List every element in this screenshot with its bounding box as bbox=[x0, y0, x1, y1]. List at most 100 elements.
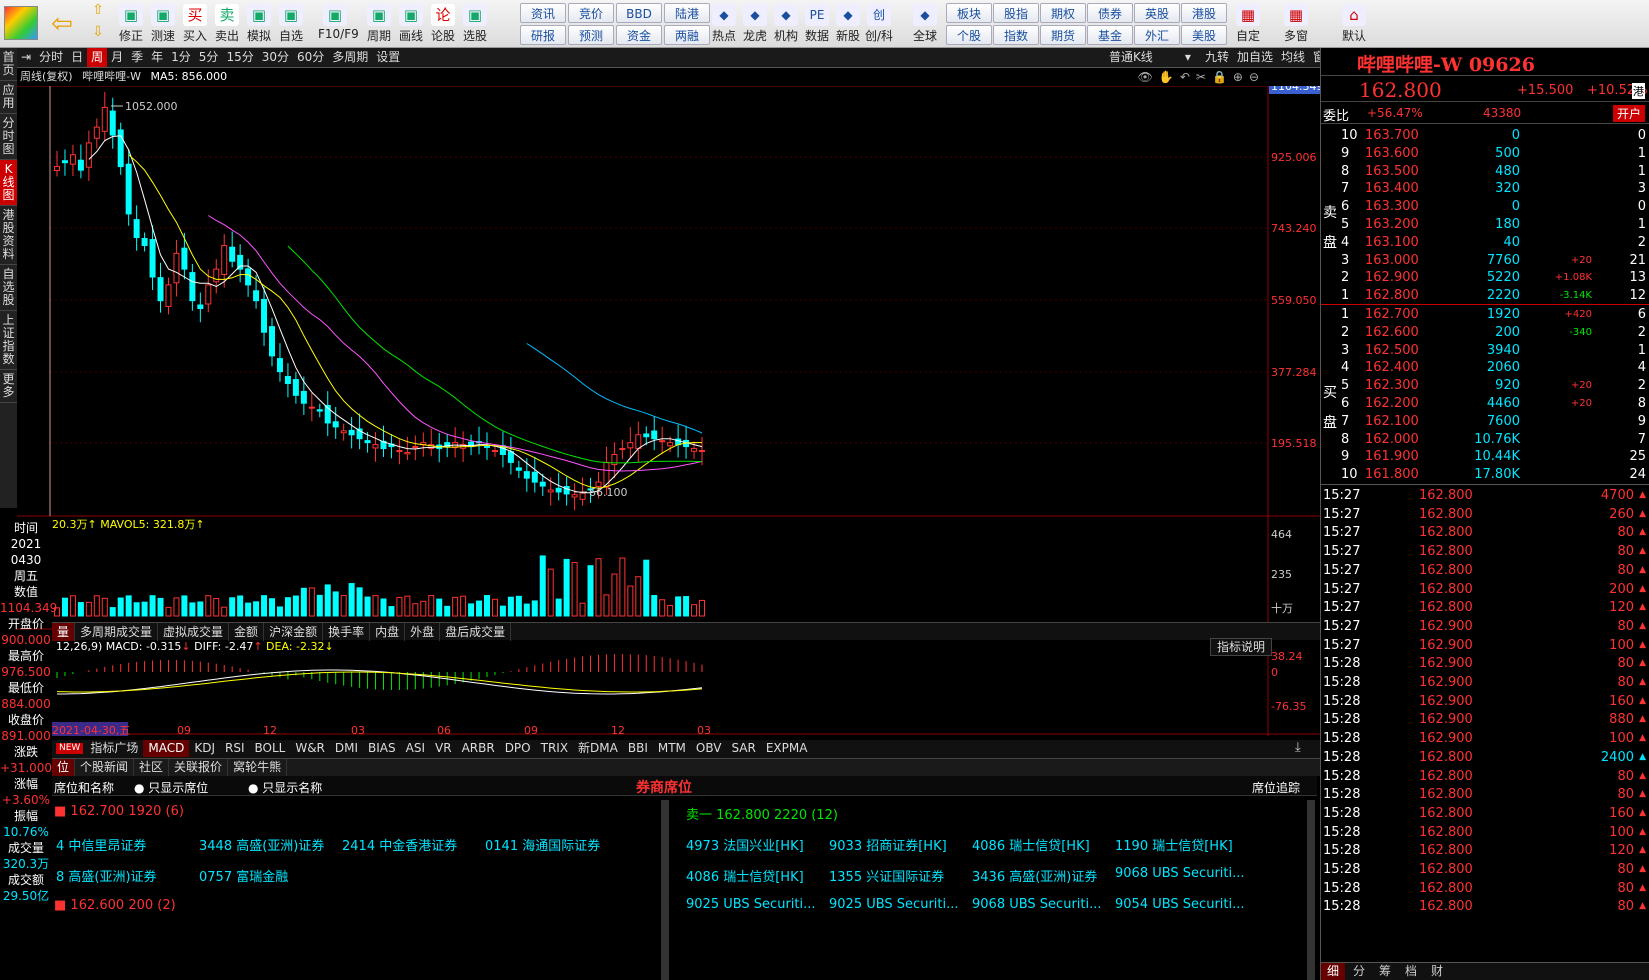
market-b4-button[interactable]: 外汇 bbox=[1134, 25, 1180, 45]
nav-item-0[interactable]: 首页 bbox=[0, 48, 17, 81]
orderbook-row[interactable]: 2 162.900 5220 +1.08K 13 bbox=[1321, 269, 1649, 287]
period-tab-5[interactable]: 年 bbox=[147, 48, 167, 67]
orderbook-row[interactable]: 7 162.100 7600 9 bbox=[1321, 413, 1649, 431]
pe-button[interactable]: PE 数据 bbox=[801, 2, 833, 46]
hammer-button[interactable]: ▣ 模拟 bbox=[242, 2, 276, 46]
bank-button[interactable]: ◆ 机构 bbox=[770, 2, 802, 46]
period-tab-3[interactable]: 月 bbox=[107, 48, 127, 67]
broker-seat[interactable]: 3436 高盛(亚洲)证券 bbox=[972, 866, 1097, 885]
orderbook-row[interactable]: 9 161.900 10.44K 25 bbox=[1321, 448, 1649, 466]
period-tab-2[interactable]: 周 bbox=[87, 48, 108, 67]
broker-seat[interactable]: 9068 UBS Securiti... bbox=[1115, 866, 1245, 881]
orderbook-row[interactable]: 10 161.800 17.80K 24 bbox=[1321, 466, 1649, 484]
period-tab-12[interactable]: 设置 bbox=[372, 48, 404, 67]
broker-seat[interactable]: 4 中信里昂证券 bbox=[56, 835, 146, 854]
period-tab-9[interactable]: 30分 bbox=[258, 48, 293, 67]
tool-b2-button[interactable]: 资金 bbox=[616, 25, 662, 45]
period-tab-1[interactable]: 日 bbox=[67, 48, 87, 67]
indicator-tab-10[interactable]: ARBR bbox=[457, 740, 500, 757]
download-icon[interactable]: ⤓ bbox=[1295, 740, 1301, 755]
custom-button[interactable]: ▦ 自定 bbox=[1228, 2, 1268, 46]
tool-2-button[interactable]: BBD bbox=[616, 3, 662, 23]
orderbook-row[interactable]: 5 162.300 920 +20 2 bbox=[1321, 377, 1649, 395]
indicator-tab-17[interactable]: SAR bbox=[726, 740, 760, 757]
indicator-tab-2[interactable]: KDJ bbox=[189, 740, 220, 757]
broker-seat[interactable]: 9054 UBS Securiti... bbox=[1115, 897, 1245, 912]
globe-button[interactable]: ◆ 全球 bbox=[909, 2, 941, 46]
opt-seat-name[interactable]: 席位和名称 bbox=[54, 779, 114, 796]
indicator-tab-13[interactable]: 新DMA bbox=[573, 740, 623, 757]
market-4-button[interactable]: 英股 bbox=[1134, 3, 1180, 23]
discuss-button[interactable]: 论论股 bbox=[426, 2, 460, 46]
indicator-tab-8[interactable]: ASI bbox=[401, 740, 430, 757]
orderbook-row[interactable]: 4 163.100 40 2 bbox=[1321, 234, 1649, 252]
tool-b1-button[interactable]: 预测 bbox=[568, 25, 614, 45]
chart-tool-1[interactable]: 九转 bbox=[1201, 48, 1233, 67]
market-5-button[interactable]: 港股 bbox=[1181, 3, 1227, 23]
orderbook-row[interactable]: 8 162.000 10.76K 7 bbox=[1321, 431, 1649, 449]
orderbook-row[interactable]: 6 163.300 0 0 bbox=[1321, 198, 1649, 216]
broker-seat[interactable]: 1190 瑞士信贷[HK] bbox=[1115, 835, 1233, 854]
hot-button[interactable]: ◆ 热点 bbox=[708, 2, 740, 46]
right-scrollbar[interactable] bbox=[1307, 800, 1315, 980]
nav-item-1[interactable]: 应用 bbox=[0, 81, 17, 114]
quote-tab-2[interactable]: 筹 bbox=[1373, 963, 1397, 980]
vol-tab-2[interactable]: 金额 bbox=[229, 623, 265, 641]
quote-tab-3[interactable]: 档 bbox=[1399, 963, 1423, 980]
market-b5-button[interactable]: 美股 bbox=[1181, 25, 1227, 45]
indicator-tab-6[interactable]: DMI bbox=[330, 740, 363, 757]
vol-tab-7[interactable]: 盘后成交量 bbox=[440, 623, 512, 641]
orderbook-row[interactable]: 4 162.400 2060 4 bbox=[1321, 359, 1649, 377]
up-arrow-icon[interactable]: ⇧ bbox=[86, 2, 110, 24]
indicator-tab-18[interactable]: EXPMA bbox=[761, 740, 813, 757]
broker-seat[interactable]: 1355 兴证国际证券 bbox=[829, 866, 944, 885]
vol-tab-1[interactable]: 虚拟成交量 bbox=[158, 623, 230, 641]
vol-tab-6[interactable]: 外盘 bbox=[405, 623, 441, 641]
indicator-tab-3[interactable]: RSI bbox=[220, 740, 250, 757]
broker-seat[interactable]: 0141 海通国际证券 bbox=[485, 835, 600, 854]
doc-button[interactable]: ▣ F10/F9 bbox=[318, 2, 359, 46]
orderbook-row[interactable]: 9 163.600 500 1 bbox=[1321, 145, 1649, 163]
nav-item-6[interactable]: 上证指数 bbox=[0, 311, 17, 370]
indicator-tab-12[interactable]: TRIX bbox=[536, 740, 573, 757]
quote-tab-4[interactable]: 财 bbox=[1425, 963, 1449, 980]
buy-button[interactable]: 买买入 bbox=[178, 2, 212, 46]
sell-button[interactable]: 卖卖出 bbox=[210, 2, 244, 46]
seat-track-button[interactable]: 席位追踪 bbox=[1252, 779, 1300, 796]
period-tab-6[interactable]: 1分 bbox=[167, 48, 195, 67]
dragon-button[interactable]: ◆ 龙虎 bbox=[739, 2, 771, 46]
nav-item-3[interactable]: K线图 bbox=[0, 160, 17, 206]
broker-seat[interactable]: 2414 中金香港证券 bbox=[342, 835, 457, 854]
chart-tools-icons[interactable]: 👁✋↶✂🔒⊕⊖ bbox=[1138, 68, 1265, 86]
tool-b0-button[interactable]: 研报 bbox=[520, 25, 566, 45]
chart-tool-2[interactable]: 加自选 bbox=[1233, 48, 1277, 67]
broker-seat[interactable]: 9068 UBS Securiti... bbox=[972, 897, 1102, 912]
market-b3-button[interactable]: 基金 bbox=[1087, 25, 1133, 45]
market-b1-button[interactable]: 指数 bbox=[993, 25, 1039, 45]
nav-item-2[interactable]: 分时图 bbox=[0, 114, 17, 160]
broker-seat[interactable]: 8 高盛(亚洲)证券 bbox=[56, 866, 157, 885]
indicator-tab-4[interactable]: BOLL bbox=[249, 740, 290, 757]
period-tab-11[interactable]: 多周期 bbox=[328, 48, 372, 67]
broker-seat[interactable]: 3448 高盛(亚洲)证券 bbox=[199, 835, 324, 854]
period-tab-7[interactable]: 5分 bbox=[195, 48, 223, 67]
indicator-explain-button[interactable]: 指标说明 bbox=[1210, 638, 1273, 656]
chart-tool-3[interactable]: 均线 bbox=[1277, 48, 1309, 67]
arrow-button[interactable]: ▣ 修正 bbox=[114, 2, 148, 46]
orderbook-row[interactable]: 8 163.500 480 1 bbox=[1321, 163, 1649, 181]
orderbook-row[interactable]: 10 163.700 0 0 bbox=[1321, 127, 1649, 145]
home-button[interactable]: ⌂ 默认 bbox=[1334, 2, 1374, 46]
broker-seat[interactable]: 9033 招商证券[HK] bbox=[829, 835, 947, 854]
tool-b3-button[interactable]: 两融 bbox=[664, 25, 710, 45]
broker-seat[interactable]: 4086 瑞士信贷[HK] bbox=[686, 866, 804, 885]
period-tab-0[interactable]: 分时 bbox=[35, 48, 67, 67]
period-tab-10[interactable]: 60分 bbox=[293, 48, 328, 67]
indicator-tab-5[interactable]: W&R bbox=[290, 740, 330, 757]
quote-tab-1[interactable]: 分 bbox=[1347, 963, 1371, 980]
nav-item-4[interactable]: 港股资料 bbox=[0, 206, 17, 265]
left-scrollbar[interactable] bbox=[661, 800, 669, 980]
magnifier-button[interactable]: ▣ 选股 bbox=[458, 2, 492, 46]
tool-1-button[interactable]: 竞价 bbox=[568, 3, 614, 23]
period-tab-4[interactable]: 季 bbox=[127, 48, 147, 67]
news-tab-2[interactable]: 社区 bbox=[134, 759, 170, 776]
